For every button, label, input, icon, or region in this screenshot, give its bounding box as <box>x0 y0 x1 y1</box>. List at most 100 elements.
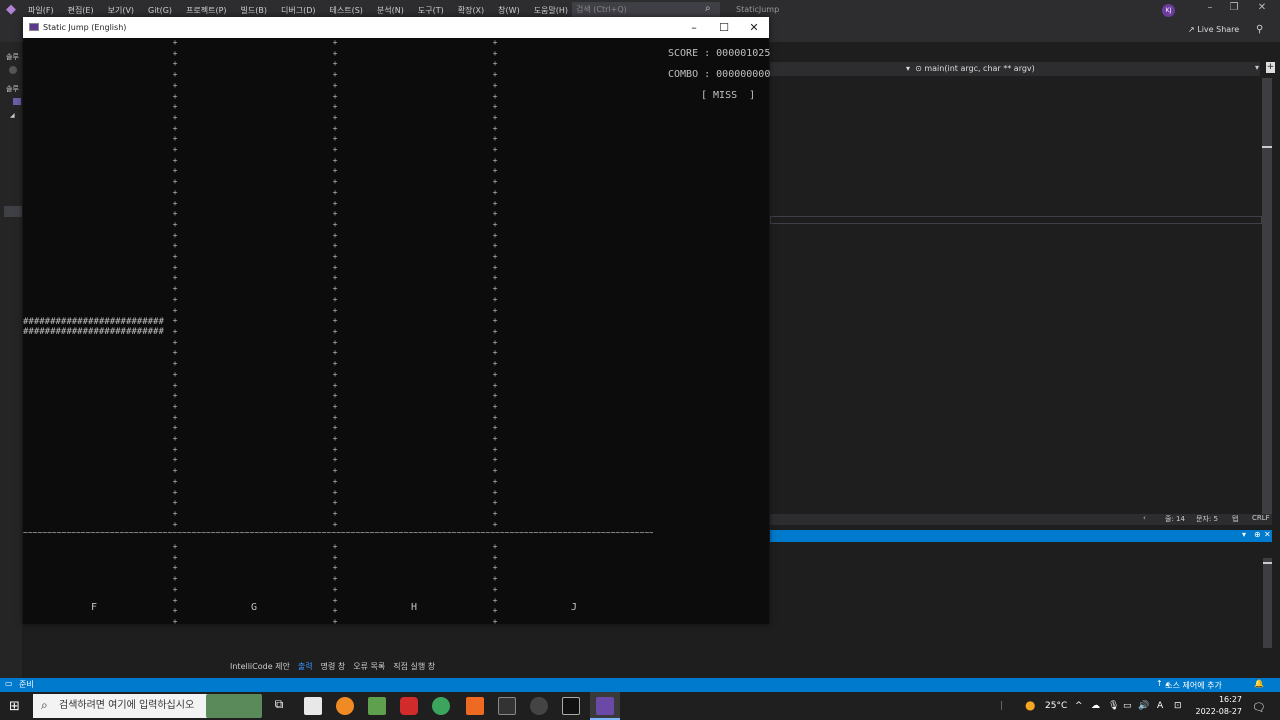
menu-item[interactable]: Git(G) <box>148 6 172 15</box>
menu-item[interactable]: 편집(E) <box>68 5 94 16</box>
microphone-icon[interactable]: 🎙 <box>1108 701 1119 711</box>
app-icon-orange[interactable] <box>466 697 484 715</box>
split-editor-icon[interactable]: + <box>1266 62 1275 73</box>
display-icon[interactable]: ⊡ <box>1174 701 1182 711</box>
bottom-tab[interactable]: 출력 <box>298 661 313 672</box>
task-view-icon[interactable]: ⧉ <box>270 697 288 715</box>
pin-icon[interactable]: ⊕ <box>1254 530 1261 539</box>
bottom-tabs: IntelliCode 제안 출력 명령 창 오류 목록 직접 실행 창 <box>230 656 443 676</box>
menu-item[interactable]: 보기(V) <box>108 5 134 16</box>
scroll-thumb[interactable] <box>1262 146 1272 148</box>
minimize-icon[interactable]: – <box>1200 2 1220 13</box>
tab-indicator[interactable]: 탭 <box>1232 514 1238 524</box>
panel-menu-icon[interactable]: ▾ <box>1242 530 1246 539</box>
eol-indicator[interactable]: CRLF <box>1252 514 1270 522</box>
judgement-line: ~~~~~~~~~~~~~~~~~~~~~~~~~~~~~~~~~~~~~~~~… <box>23 528 653 537</box>
expand-icon[interactable]: ◢ <box>10 112 15 119</box>
terminal-icon[interactable] <box>562 697 580 715</box>
panel-close-icon[interactable]: ✕ <box>1264 530 1271 539</box>
ime-indicator[interactable]: A <box>1157 701 1163 711</box>
lane-key-h: H <box>411 602 418 613</box>
app-icon-red[interactable] <box>400 697 418 715</box>
lane-divider-hj-bottom: + + + + + + + + <box>492 542 498 626</box>
console-window[interactable]: Static Jump (English) – ☐ ✕ + + + + + + … <box>23 17 771 626</box>
menu-item[interactable]: 테스트(S) <box>330 5 363 16</box>
status-ready-icon: ▭ <box>5 679 13 688</box>
menu-item[interactable]: 도구(T) <box>418 5 444 16</box>
unity-icon[interactable] <box>498 697 516 715</box>
menu-item[interactable]: 확장(X) <box>458 5 484 16</box>
menu-item[interactable]: 프로젝트(P) <box>186 5 227 16</box>
show-hidden-icons-icon[interactable]: ^ <box>1075 701 1083 711</box>
line-indicator[interactable]: 줄: 14 <box>1165 514 1185 524</box>
console-title-bar[interactable]: Static Jump (English) – ☐ ✕ <box>23 17 769 38</box>
console-title: Static Jump (English) <box>43 23 127 32</box>
solution-explorer-strip: 솔루 솔루 ◢ <box>0 42 22 678</box>
lane-divider-hj: + + + + + + + + + + + + + + + + + + + + … <box>492 38 498 529</box>
chevron-down-icon[interactable]: ▾ <box>1255 63 1259 72</box>
network-icon[interactable]: ▭ <box>1123 701 1132 711</box>
menu-item[interactable]: 디버그(D) <box>281 5 315 16</box>
function-dropdown-label: main(int argc, char ** argv) <box>924 64 1035 73</box>
menu-item[interactable]: 창(W) <box>498 5 520 16</box>
clock-time[interactable]: 16:27 <box>1198 695 1242 704</box>
search-icon[interactable]: ⌕ <box>705 3 711 14</box>
minecraft-icon[interactable] <box>368 697 386 715</box>
clock-date[interactable]: 2022-08-27 <box>1194 707 1243 716</box>
char-indicator[interactable]: 문자: 5 <box>1196 514 1218 524</box>
close-icon[interactable]: ✕ <box>1252 2 1272 13</box>
menu-item[interactable]: 파일(F) <box>28 5 54 16</box>
feedback-icon[interactable]: ⚲ <box>1256 24 1263 35</box>
selected-item[interactable] <box>4 206 22 217</box>
console-close-icon[interactable]: ✕ <box>739 17 769 38</box>
volume-icon[interactable]: 🔊 <box>1138 701 1149 711</box>
weather-icon[interactable]: ● <box>1025 698 1035 712</box>
scroll-arrow-icon[interactable]: ‹ <box>1143 514 1146 522</box>
current-line-highlight <box>770 216 1262 224</box>
app-icon-panda[interactable] <box>530 697 548 715</box>
app-icon-green[interactable] <box>432 697 450 715</box>
lane-divider-gh-bottom: + + + + + + + + <box>332 542 338 626</box>
restore-icon[interactable]: ❐ <box>1224 2 1244 13</box>
bottom-tab[interactable]: 명령 창 <box>321 661 346 672</box>
taskbar-app-icon[interactable] <box>304 697 322 715</box>
lane-key-j: J <box>571 602 578 613</box>
console-maximize-icon[interactable]: ☐ <box>709 17 739 38</box>
visual-studio-taskbar-icon[interactable] <box>596 697 614 715</box>
search-highlight-image[interactable] <box>206 694 262 718</box>
live-share-button[interactable]: ↗ Live Share <box>1188 25 1239 34</box>
notifications-icon[interactable]: 🔔 <box>1254 679 1264 688</box>
menu-item[interactable]: 빌드(B) <box>241 5 267 16</box>
scroll-thumb[interactable] <box>1263 562 1272 564</box>
blender-icon[interactable] <box>336 697 354 715</box>
code-editor[interactable] <box>770 60 1260 514</box>
bottom-tab[interactable]: 오류 목록 <box>353 661 385 672</box>
search-input[interactable]: 검색 (Ctrl+Q) <box>572 2 720 18</box>
output-scrollbar[interactable] <box>1263 558 1272 648</box>
bottom-tab[interactable]: 직접 실행 창 <box>393 661 435 672</box>
source-control-label: 소스 제어에 추가 <box>1165 681 1222 690</box>
notification-center-icon[interactable]: 🗨 <box>1252 701 1266 714</box>
output-panel-header: ▾ ⊕ ✕ <box>770 530 1272 542</box>
bottom-tab[interactable]: IntelliCode 제안 <box>230 661 290 672</box>
cloud-icon[interactable]: ☁ <box>1091 701 1100 711</box>
editor-status-strip: ‹ 줄: 14 문자: 5 탭 CRLF <box>770 514 1272 525</box>
project-icon[interactable] <box>13 98 21 105</box>
function-dropdown[interactable]: ▾ ⊙ main(int argc, char ** argv) <box>906 62 1035 76</box>
falling-note: ########################## <box>23 327 164 337</box>
console-app-icon <box>29 23 39 31</box>
menu-item[interactable]: 분석(N) <box>377 5 404 16</box>
editor-scrollbar[interactable] <box>1262 78 1272 514</box>
windows-start-icon[interactable]: ⊞ <box>9 699 20 714</box>
lane-divider-gh: + + + + + + + + + + + + + + + + + + + + … <box>332 38 338 529</box>
judgement-display: [ MISS ] <box>701 90 756 101</box>
avatar[interactable]: KJ <box>1162 4 1175 17</box>
source-control-button[interactable]: ↑ 소스 제어에 추가 ▴ <box>1156 679 1222 690</box>
live-share-label: Live Share <box>1197 25 1240 34</box>
weather-temp[interactable]: 25°C <box>1045 701 1067 711</box>
lane-divider-fg-bottom: + + + + + + + + <box>172 542 178 626</box>
score-display: SCORE : 000001025 <box>668 48 771 59</box>
menu-item[interactable]: 도움말(H) <box>534 5 568 16</box>
console-minimize-icon[interactable]: – <box>679 17 709 38</box>
visual-studio-logo-icon[interactable]: ◆ <box>6 3 20 17</box>
